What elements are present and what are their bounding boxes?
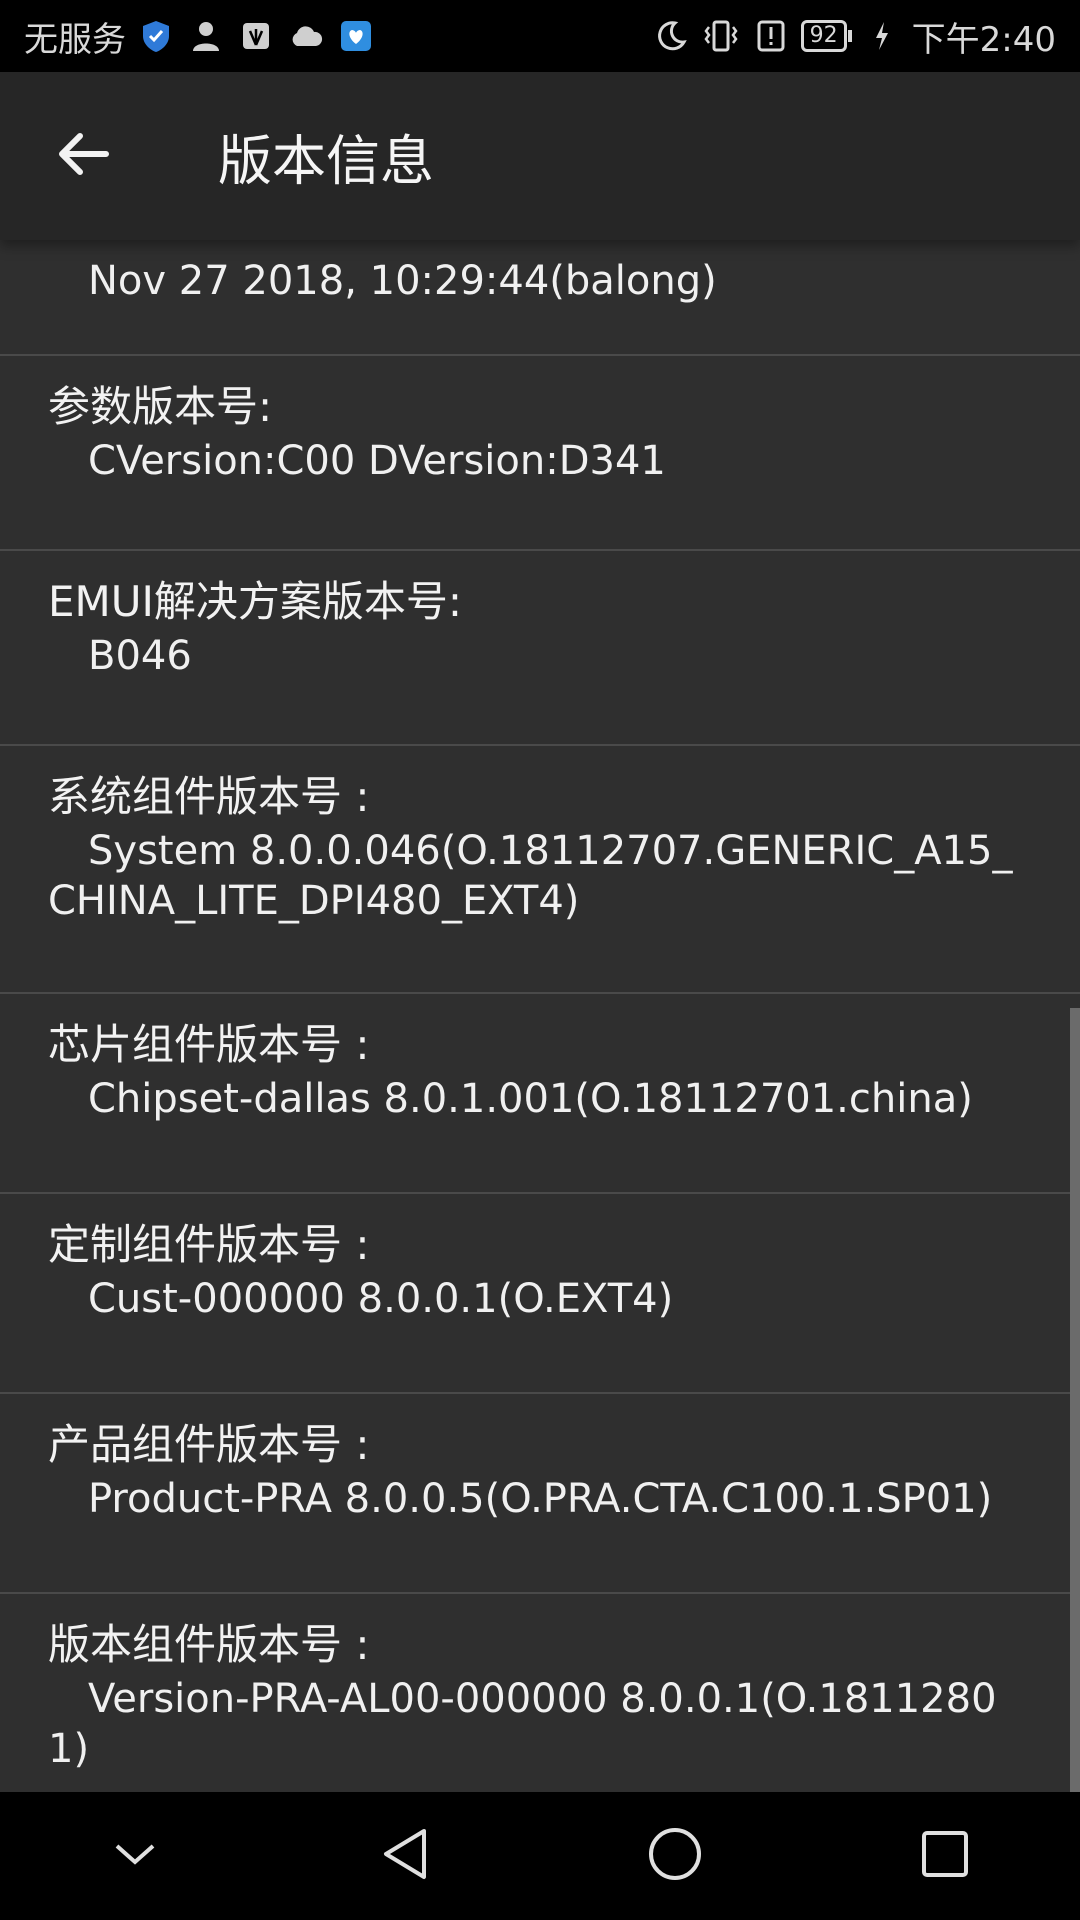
item-value: Version-PRA-AL00-000000 8.0.0.1(O.181128…: [48, 1676, 997, 1772]
cloud-icon: [286, 16, 326, 56]
item-label: 系统组件版本号 :: [48, 772, 370, 821]
item-label: 芯片组件版本号 :: [48, 1020, 370, 1069]
app-bar: 版本信息: [0, 72, 1080, 240]
item-label: 产品组件版本号 :: [48, 1420, 370, 1469]
carrier-text: 无服务: [24, 19, 126, 60]
vibrate-icon: [701, 16, 741, 56]
scrollbar[interactable]: [1070, 1008, 1080, 1792]
item-label: 定制组件版本号 :: [48, 1220, 370, 1269]
heart-book-icon: [336, 16, 376, 56]
status-left: 无服务: [24, 12, 376, 61]
battery-tip: [847, 30, 852, 42]
battery-indicator: 92: [800, 20, 852, 52]
person-icon: [186, 16, 226, 56]
status-bar: 无服务 92 下午2:40: [0, 0, 1080, 72]
status-right: 92 下午2:40: [651, 12, 1056, 61]
moon-icon: [651, 16, 691, 56]
list-item: 参数版本号: CVersion:C00 DVersion:D341: [0, 356, 1080, 551]
item-value: Product-PRA 8.0.0.5(O.PRA.CTA.C100.1.SP0…: [88, 1476, 993, 1522]
item-label: 参数版本号:: [48, 382, 273, 431]
item-value: Chipset-dallas 8.0.1.001(O.18112701.chin…: [88, 1076, 973, 1122]
home-circle-icon: [647, 1826, 703, 1886]
item-value: Cust-000000 8.0.0.1(O.EXT4): [88, 1276, 674, 1322]
huawei-icon: [236, 16, 276, 56]
nav-recents-button[interactable]: [895, 1806, 995, 1906]
item-value: Nov 27 2018, 10:29:44(balong): [88, 258, 717, 304]
nav-back-button[interactable]: [355, 1806, 455, 1906]
arrow-left-icon: [58, 132, 110, 180]
item-value: System 8.0.0.046(O.18112707.GENERIC_A15_…: [48, 828, 1013, 924]
list-item-partial: Nov 27 2018, 10:29:44(balong): [0, 240, 1080, 356]
list-item: 产品组件版本号 : Product-PRA 8.0.0.5(O.PRA.CTA.…: [0, 1394, 1080, 1594]
back-triangle-icon: [380, 1827, 430, 1885]
hide-nav-button[interactable]: [85, 1806, 185, 1906]
back-button[interactable]: [52, 124, 116, 188]
battery-level: 92: [800, 20, 847, 52]
chevron-down-icon: [113, 1840, 157, 1872]
page-title: 版本信息: [218, 129, 434, 193]
alert-icon: [751, 16, 791, 56]
list-item: 芯片组件版本号 : Chipset-dallas 8.0.1.001(O.181…: [0, 994, 1080, 1194]
item-label: EMUI解决方案版本号:: [48, 577, 463, 626]
item-label: 版本组件版本号 :: [48, 1620, 370, 1669]
list-item: 定制组件版本号 : Cust-000000 8.0.0.1(O.EXT4): [0, 1194, 1080, 1394]
nav-home-button[interactable]: [625, 1806, 725, 1906]
list-item: 版本组件版本号 : Version-PRA-AL00-000000 8.0.0.…: [0, 1594, 1080, 1792]
clock-text: 下午2:40: [911, 19, 1056, 60]
navigation-bar: [0, 1792, 1080, 1920]
version-info-list[interactable]: Nov 27 2018, 10:29:44(balong) 参数版本号: CVe…: [0, 240, 1080, 1792]
charging-icon: [862, 16, 902, 56]
item-value: B046: [88, 633, 192, 679]
list-item: 系统组件版本号 : System 8.0.0.046(O.18112707.GE…: [0, 746, 1080, 994]
recents-square-icon: [920, 1829, 970, 1883]
list-item: EMUI解决方案版本号: B046: [0, 551, 1080, 746]
shield-icon: [136, 16, 176, 56]
item-value: CVersion:C00 DVersion:D341: [88, 438, 666, 484]
